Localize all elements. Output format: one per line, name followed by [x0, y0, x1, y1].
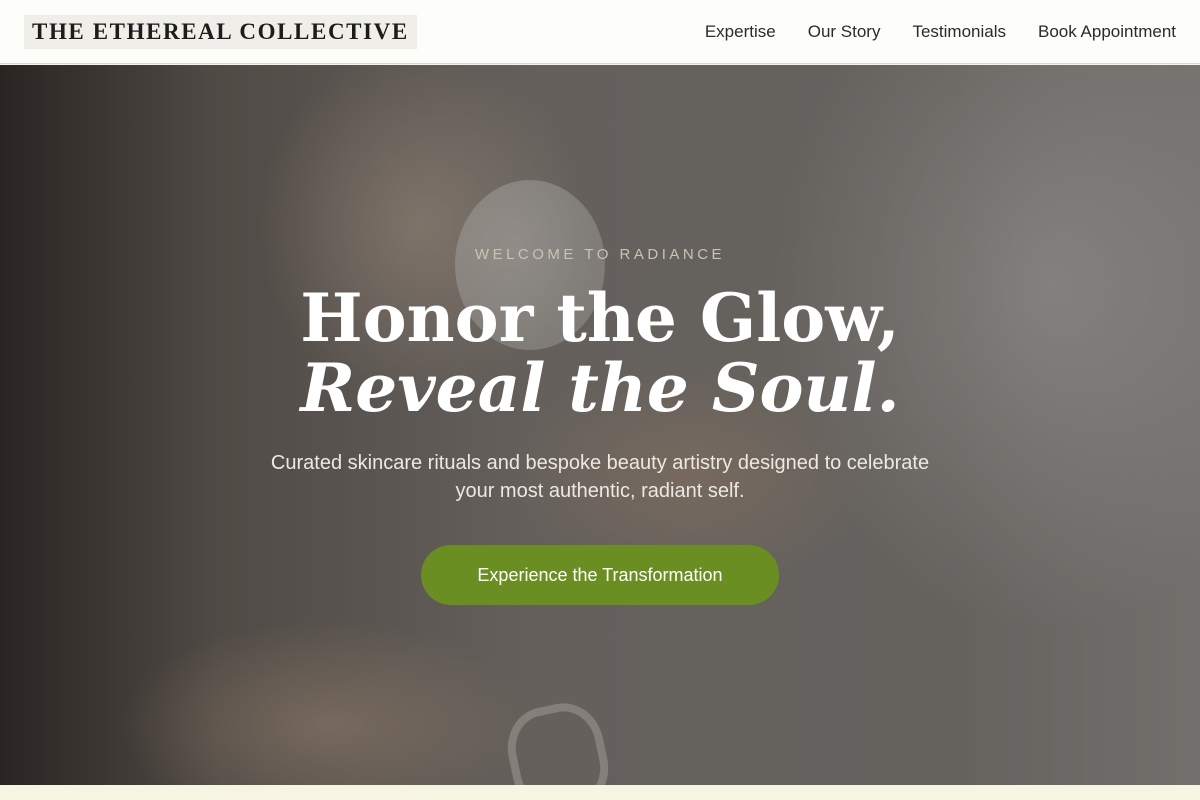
logo[interactable]: THE ETHEREAL COLLECTIVE	[24, 15, 417, 49]
nav-link-our-story[interactable]: Our Story	[808, 22, 881, 42]
main-nav: Expertise Our Story Testimonials Book Ap…	[705, 0, 1176, 64]
hero-section: WELCOME TO RADIANCE Honor the Glow, Reve…	[0, 65, 1200, 785]
hero-headline: Honor the Glow, Reveal the Soul.	[0, 283, 1200, 423]
hero-headline-line2: Reveal the Soul.	[300, 349, 900, 427]
hero-subtitle: Curated skincare rituals and bespoke bea…	[270, 452, 930, 502]
nav-link-expertise[interactable]: Expertise	[705, 22, 776, 42]
nav-link-book-appointment[interactable]: Book Appointment	[1038, 22, 1176, 42]
cta-button[interactable]: Experience the Transformation	[421, 545, 779, 605]
nav-link-testimonials[interactable]: Testimonials	[912, 22, 1006, 42]
hero-headline-line1: Honor the Glow,	[300, 279, 900, 357]
next-section-strip	[0, 785, 1200, 800]
hero-eyebrow: WELCOME TO RADIANCE	[474, 246, 726, 263]
site-header: THE ETHEREAL COLLECTIVE Expertise Our St…	[0, 0, 1200, 64]
